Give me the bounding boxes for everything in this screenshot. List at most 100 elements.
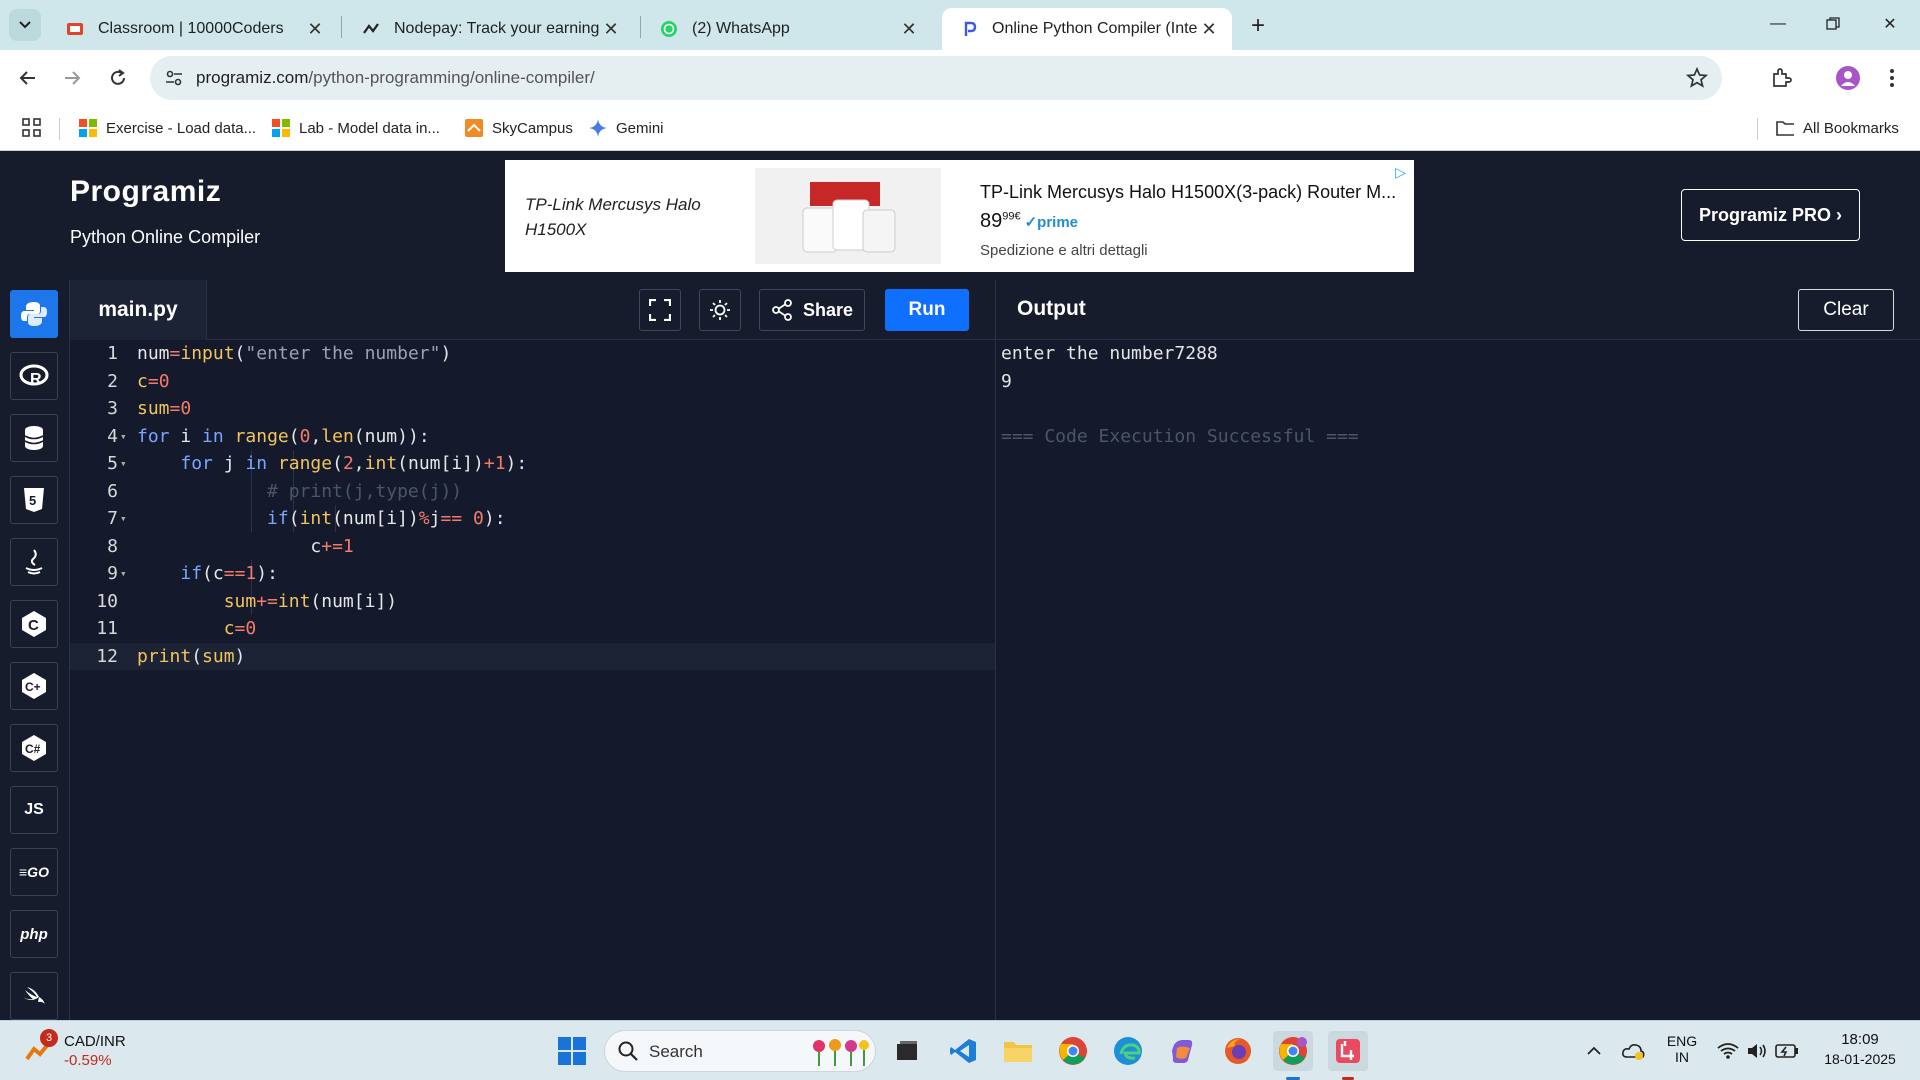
tab-title: Nodepay: Track your earnings bbox=[394, 20, 600, 37]
snipping-tool-icon[interactable] bbox=[1328, 1031, 1368, 1071]
programiz-icon bbox=[960, 20, 978, 38]
search-icon bbox=[618, 1041, 638, 1061]
code-editor[interactable]: 1 num=input("enter the number") 2 c=0 3 sum… bbox=[70, 340, 995, 1020]
swift-icon[interactable] bbox=[10, 972, 58, 1020]
site-info-icon[interactable] bbox=[164, 68, 184, 93]
reload-icon[interactable] bbox=[102, 62, 134, 94]
menu-kebab-icon[interactable] bbox=[1876, 62, 1908, 94]
svg-text:R: R bbox=[30, 371, 42, 388]
edge-icon[interactable] bbox=[1108, 1031, 1148, 1071]
system-clock[interactable]: 18:09 18-01-2025 bbox=[1812, 1031, 1908, 1067]
windows-start-icon[interactable] bbox=[552, 1031, 592, 1071]
clear-button[interactable]: Clear bbox=[1798, 289, 1894, 331]
code-line: 6 # print(j,type(j)) bbox=[70, 478, 995, 506]
firefox-icon[interactable] bbox=[1218, 1031, 1258, 1071]
show-hidden-icons-chevron[interactable] bbox=[1574, 1031, 1614, 1071]
url-host: programiz.com bbox=[196, 68, 309, 87]
code-line: 8 c+=1 bbox=[70, 533, 995, 561]
cloud-sync-icon[interactable] bbox=[1613, 1031, 1653, 1071]
code-line: 2 c=0 bbox=[70, 368, 995, 396]
url-text: programiz.com/python-programming/online-… bbox=[196, 68, 595, 88]
tab-programiz[interactable]: Online Python Compiler (Interp ✕ bbox=[942, 8, 1232, 50]
profile-avatar[interactable] bbox=[1832, 62, 1864, 94]
new-tab-button[interactable]: + bbox=[1244, 12, 1272, 40]
tab-nodepay[interactable]: Nodepay: Track your earnings ✕ bbox=[344, 8, 634, 50]
adchoices-icon[interactable]: ▷ bbox=[1395, 164, 1406, 181]
code-text: print(sum) bbox=[137, 645, 246, 667]
python-icon[interactable] bbox=[10, 290, 58, 338]
sql-database-icon[interactable] bbox=[10, 414, 58, 462]
output-console[interactable]: enter the number7288 9 === Code Executio… bbox=[996, 340, 1920, 1020]
address-bar[interactable]: programiz.com/python-programming/online-… bbox=[150, 56, 1722, 100]
cpp-icon[interactable]: C+ bbox=[10, 662, 58, 710]
browser-toolbar: programiz.com/python-programming/online-… bbox=[0, 50, 1920, 106]
all-bookmarks-label: All Bookmarks bbox=[1803, 119, 1899, 137]
task-view-icon[interactable] bbox=[887, 1031, 927, 1071]
language-indicator[interactable]: ENG IN bbox=[1662, 1033, 1702, 1065]
ad-product-image bbox=[755, 168, 941, 264]
fold-arrow-icon[interactable]: ▾ bbox=[120, 560, 127, 588]
code-text: c=0 bbox=[223, 618, 257, 639]
restore-icon[interactable] bbox=[1813, 10, 1853, 38]
tab-whatsapp[interactable]: (2) WhatsApp ✕ bbox=[642, 8, 932, 50]
svg-text:5: 5 bbox=[29, 493, 36, 508]
line-number: 7 bbox=[107, 508, 118, 529]
php-icon[interactable]: php bbox=[10, 910, 58, 958]
editor-toolbar: main.py Share Run bbox=[70, 280, 995, 340]
tab-search-button[interactable] bbox=[9, 9, 41, 41]
language-sidebar: R 5 C C+ C# JS ≡GO php bbox=[0, 280, 70, 1020]
go-icon[interactable]: ≡GO bbox=[10, 848, 58, 896]
forward-icon[interactable] bbox=[56, 62, 88, 94]
file-tab-main-py[interactable]: main.py bbox=[70, 280, 207, 340]
line-number: 6 bbox=[107, 480, 118, 502]
programiz-logo[interactable]: Programiz bbox=[70, 175, 221, 209]
minimize-icon[interactable]: — bbox=[1758, 10, 1798, 38]
close-tab-icon[interactable]: ✕ bbox=[898, 18, 920, 40]
tab-separator bbox=[640, 16, 641, 38]
all-bookmarks[interactable]: All Bookmarks bbox=[1776, 116, 1899, 140]
bookmark-lab[interactable]: Lab - Model data in... bbox=[272, 116, 440, 140]
fullscreen-icon[interactable] bbox=[639, 289, 681, 331]
fold-arrow-icon[interactable]: ▾ bbox=[120, 423, 127, 451]
advertisement-banner[interactable]: TP-Link Mercusys Halo H1500X TP-Link Mer… bbox=[505, 160, 1414, 272]
nodepay-icon bbox=[362, 20, 380, 38]
csharp-icon[interactable]: C# bbox=[10, 724, 58, 772]
copilot-icon[interactable] bbox=[1163, 1031, 1203, 1071]
file-explorer-icon[interactable] bbox=[998, 1031, 1038, 1071]
extensions-icon[interactable] bbox=[1765, 62, 1797, 94]
weather-ticker-widget[interactable]: 3 CAD/INR -0.59% bbox=[24, 1029, 144, 1073]
chrome-profile-icon[interactable] bbox=[1273, 1031, 1313, 1071]
javascript-icon[interactable]: JS bbox=[10, 786, 58, 834]
apps-grid-icon[interactable] bbox=[22, 118, 42, 143]
tab-classroom[interactable]: Classroom | 10000Coders ✕ bbox=[48, 8, 338, 50]
bookmark-gemini[interactable]: Gemini bbox=[589, 116, 664, 140]
tab-title: Classroom | 10000Coders bbox=[98, 20, 284, 37]
bookmark-skycampus[interactable]: SkyCampus bbox=[465, 116, 573, 140]
close-window-icon[interactable]: ✕ bbox=[1870, 10, 1910, 38]
html5-icon[interactable]: 5 bbox=[10, 476, 58, 524]
ad-price-main: 89 bbox=[980, 210, 1003, 232]
svg-text:C: C bbox=[28, 617, 39, 634]
back-icon[interactable] bbox=[12, 62, 44, 94]
run-button[interactable]: Run bbox=[885, 289, 969, 331]
chevron-down-icon bbox=[19, 21, 31, 29]
theme-toggle-sun-icon[interactable] bbox=[699, 289, 741, 331]
java-icon[interactable] bbox=[10, 538, 58, 586]
close-tab-icon[interactable]: ✕ bbox=[1198, 18, 1220, 40]
bookmark-exercise[interactable]: Exercise - Load data... bbox=[79, 116, 256, 140]
vscode-icon[interactable] bbox=[943, 1031, 983, 1071]
tab-title: Online Python Compiler (Interp bbox=[992, 20, 1198, 37]
fold-arrow-icon[interactable]: ▾ bbox=[120, 450, 127, 478]
c-language-icon[interactable]: C bbox=[10, 600, 58, 648]
fold-arrow-icon[interactable]: ▾ bbox=[120, 505, 127, 533]
bookmark-star-icon[interactable] bbox=[1685, 66, 1709, 94]
programiz-pro-button[interactable]: Programiz PRO › bbox=[1681, 189, 1860, 241]
r-language-icon[interactable]: R bbox=[10, 352, 58, 400]
battery-icon[interactable] bbox=[1767, 1031, 1807, 1071]
taskbar-search[interactable]: Search bbox=[604, 1030, 876, 1072]
folder-icon bbox=[1776, 121, 1794, 136]
close-tab-icon[interactable]: ✕ bbox=[600, 18, 622, 40]
chrome-icon[interactable] bbox=[1053, 1031, 1093, 1071]
share-button[interactable]: Share bbox=[759, 289, 865, 331]
close-tab-icon[interactable]: ✕ bbox=[304, 18, 326, 40]
